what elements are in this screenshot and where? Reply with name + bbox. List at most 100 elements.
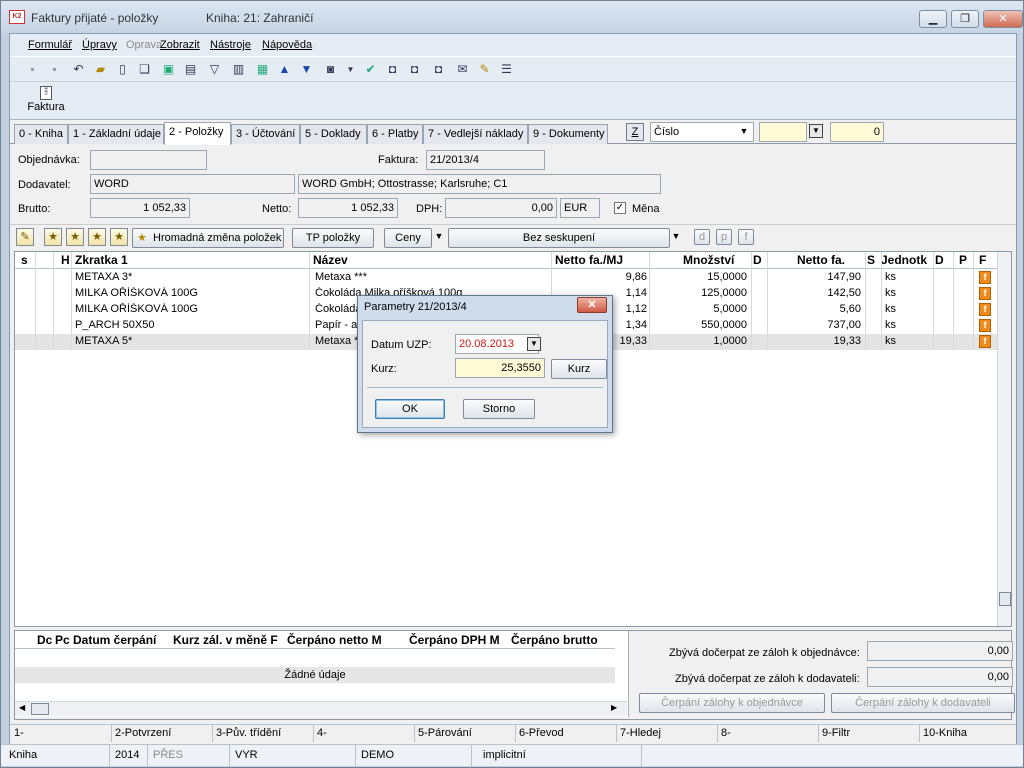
table-row[interactable]: METAXA 3* Metaxa *** 9,86 15,0000 147,90 ks f [15, 270, 997, 286]
grid-column-header[interactable]: F [979, 253, 986, 267]
notes-icon[interactable]: ✎ [476, 61, 493, 78]
tab-0[interactable]: 0 - Kniha [14, 124, 68, 144]
grid-column-header[interactable]: P [959, 253, 967, 267]
h-scroll-thumb[interactable] [31, 703, 49, 715]
grid-column-header[interactable]: D [753, 253, 762, 267]
grid-column-header[interactable]: Netto fa./MJ [555, 253, 623, 267]
mail-icon[interactable]: ✉ [454, 61, 471, 78]
f-flag-icon[interactable]: f [979, 335, 991, 348]
seskupeni-dropdown-icon[interactable]: ▼ [669, 230, 683, 244]
faktura-field[interactable]: 21/2013/4 [426, 150, 545, 170]
tab-4[interactable]: 5 - Doklady [300, 124, 367, 144]
cerpani-objednavka-button[interactable]: Čerpání zálohy k objednávce [639, 693, 825, 713]
scroll-thumb[interactable] [999, 592, 1011, 606]
arrow-down-icon[interactable]: ▼ [298, 61, 315, 78]
netto-field[interactable]: 1 052,33 [298, 198, 398, 218]
tab-2[interactable]: 2 - Položky [164, 122, 231, 145]
advances-column-header[interactable]: Čerpáno DPH M [409, 633, 500, 647]
grid-column-header[interactable]: H [61, 253, 70, 267]
tab-1[interactable]: 1 - Základní údaje [68, 124, 164, 144]
dodavatel-advance-field[interactable]: 0,00 [867, 667, 1013, 687]
objednavka-advance-field[interactable]: 0,00 [867, 641, 1013, 661]
f-flag-icon[interactable]: f [979, 319, 991, 332]
copy-icon[interactable]: ❏ [136, 61, 153, 78]
star-delete-icon[interactable]: ★ [110, 228, 128, 246]
grid-column-header[interactable]: S [867, 253, 875, 267]
edit-items-icon[interactable]: ✎ [16, 228, 34, 246]
tab-7[interactable]: 9 - Dokumenty [528, 124, 608, 144]
function-key-8[interactable]: 8- [721, 727, 731, 739]
search-input[interactable] [759, 122, 807, 142]
objednavka-field[interactable] [90, 150, 207, 170]
menu-item-4[interactable]: Nástroje [210, 39, 251, 51]
brutto-field[interactable]: 1 052,33 [90, 198, 190, 218]
advances-column-header[interactable]: Čerpáno brutto [511, 633, 598, 647]
star-edit-icon[interactable]: ★ [88, 228, 106, 246]
advances-column-header[interactable]: Kurz zál. v měně F [173, 633, 278, 647]
tab-3[interactable]: 3 - Účtování [231, 124, 300, 144]
horizontal-scrollbar[interactable]: ◀ ▶ [15, 701, 627, 716]
p-button[interactable]: p [716, 229, 732, 245]
function-key-10[interactable]: 10-Kniha [923, 727, 967, 739]
grid-column-header[interactable]: Název [313, 253, 348, 267]
d-button[interactable]: d [694, 229, 710, 245]
menu-lines-icon[interactable]: ☰ [498, 61, 515, 78]
menu-item-1[interactable]: Úpravy [82, 39, 117, 51]
binoculars-next-icon[interactable]: ◘ [406, 61, 423, 78]
open-folder-icon[interactable]: ▰ [92, 61, 109, 78]
dialog-close-button[interactable]: ✕ [577, 297, 607, 313]
function-key-4[interactable]: 4- [317, 727, 327, 739]
function-key-2[interactable]: 2-Potvrzení [115, 727, 171, 739]
seskupeni-select[interactable]: Bez seskupení [448, 228, 670, 248]
title-bar[interactable]: K2 Faktury přijaté - položky Kniha: 21: … [1, 1, 1023, 33]
menu-item-3[interactable]: Zobrazit [160, 39, 200, 51]
check-arrow-icon[interactable]: ✔ [362, 61, 379, 78]
ceny-dropdown-icon[interactable]: ▼ [432, 230, 446, 244]
ok-button[interactable]: OK [375, 399, 445, 419]
currency-field[interactable]: EUR [560, 198, 600, 218]
close-button[interactable]: ✕ [983, 10, 1023, 28]
new-document-icon[interactable]: ▯ [114, 61, 131, 78]
ceny-button[interactable]: Ceny [384, 228, 432, 248]
vertical-scrollbar[interactable] [997, 252, 1011, 626]
minimize-button[interactable]: ▁ [919, 10, 947, 28]
z-button[interactable]: Z [626, 123, 644, 141]
arrow-up-icon[interactable]: ▲ [276, 61, 293, 78]
hromadna-zmena-button[interactable]: ★ Hromadná změna položek [132, 228, 284, 248]
advances-column-header[interactable]: Čerpáno netto M [287, 633, 382, 647]
grid-column-header[interactable]: Množství [683, 253, 734, 267]
f-flag-icon[interactable]: f [979, 303, 991, 316]
camera-icon[interactable]: ◙ [322, 61, 339, 78]
advances-column-header[interactable]: Datum čerpání [73, 633, 156, 647]
grid-column-header[interactable]: Netto fa. [797, 253, 845, 267]
undo-icon[interactable]: ↶ [70, 61, 87, 78]
dodavatel-name-field[interactable]: WORD GmbH; Ottostrasse; Karlsruhe; C1 [298, 174, 661, 194]
function-key-3[interactable]: 3-Pův. třídění [216, 727, 281, 739]
tp-polozky-button[interactable]: TP položky [292, 228, 374, 248]
date-picker-button[interactable]: ▼ [527, 337, 541, 351]
function-key-1[interactable]: 1- [14, 727, 24, 739]
tab-5[interactable]: 6 - Platby [367, 124, 423, 144]
f-button[interactable]: f [738, 229, 754, 245]
menu-item-2[interactable]: Oprava [126, 39, 162, 51]
advances-column-header[interactable]: Dc [37, 633, 52, 647]
dodavatel-code-field[interactable]: WORD [90, 174, 295, 194]
menu-item-5[interactable]: Nápověda [262, 39, 312, 51]
menu-item-0[interactable]: Formulář [28, 39, 72, 51]
search-dropdown-button[interactable]: ▼ [809, 124, 823, 138]
kurz-input[interactable]: 25,3550 [455, 358, 545, 378]
function-key-6[interactable]: 6-Převod [519, 727, 564, 739]
save-as-icon[interactable]: ▪ [46, 61, 63, 78]
star-icon[interactable]: ★ [44, 228, 62, 246]
save-icon[interactable]: ▪ [24, 61, 41, 78]
search-value-field[interactable]: 0 [830, 122, 884, 142]
kurz-button[interactable]: Kurz [551, 359, 607, 379]
mena-checkbox[interactable]: ✓ [614, 202, 626, 214]
grid-column-header[interactable]: D [935, 253, 944, 267]
tab-6[interactable]: 7 - Vedlejší náklady [423, 124, 528, 144]
function-key-9[interactable]: 9-Filtr [822, 727, 850, 739]
binoculars-filter-icon[interactable]: ◘ [430, 61, 447, 78]
dph-field[interactable]: 0,00 [445, 198, 557, 218]
storno-button[interactable]: Storno [463, 399, 535, 419]
filter-icon[interactable]: ▽ [206, 61, 223, 78]
